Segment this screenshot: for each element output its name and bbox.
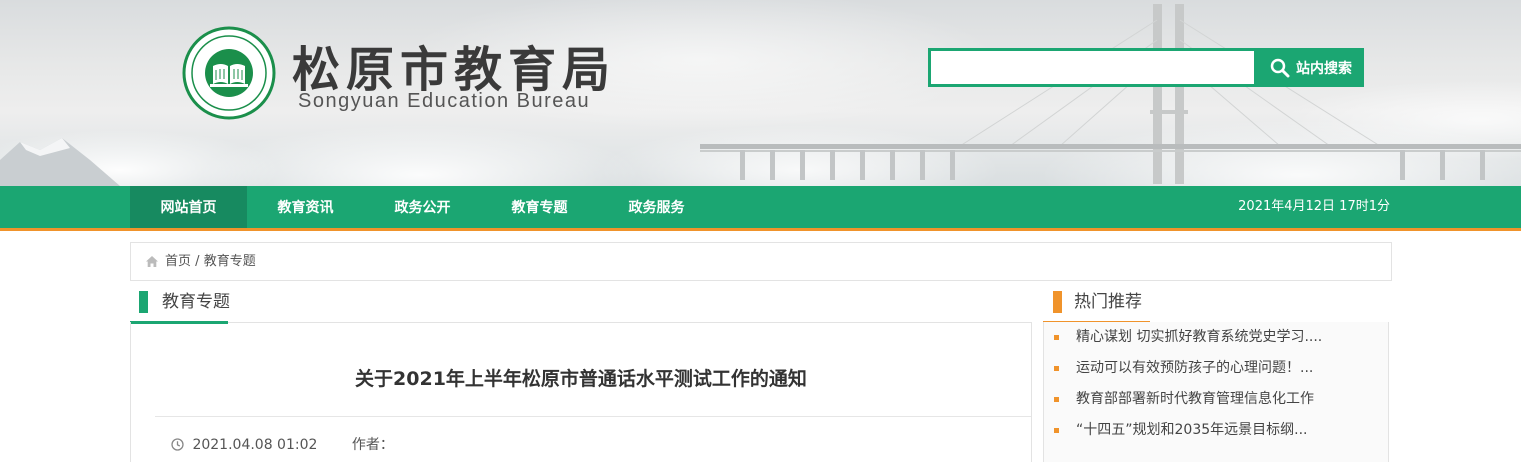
list-item[interactable]: 教育部部署新时代教育管理信息化工作	[1044, 384, 1388, 415]
site-title-en: Songyuan Education Bureau	[298, 90, 591, 112]
list-item[interactable]: “十四五”规划和2035年远景目标纲...	[1044, 415, 1388, 446]
nav-item-home[interactable]: 网站首页	[130, 186, 247, 228]
article-date: 2021.04.08 01:02	[192, 437, 318, 453]
bullet-marker	[1054, 428, 1059, 433]
nav-item-education-topics[interactable]: 教育专题	[481, 186, 598, 228]
breadcrumb: 首页 / 教育专题	[130, 242, 1392, 281]
bureau-seal-logo	[182, 26, 276, 120]
nav-item-government-services[interactable]: 政务服务	[598, 186, 715, 228]
article-title: 关于2021年上半年松原市普通话水平测试工作的通知	[355, 368, 807, 390]
search-bar: 站内搜索	[928, 48, 1364, 87]
main-nav: 网站首页 教育资讯 政务公开 教育专题 政务服务 2021年4月12日 17时1…	[0, 186, 1521, 228]
sidebar-header: 热门推荐	[1043, 290, 1389, 324]
bullet-marker	[1054, 397, 1059, 402]
article-panel: 关于2021年上半年松原市普通话水平测试工作的通知 2021.04.08 01:…	[130, 322, 1032, 462]
list-item-link[interactable]: 精心谋划 切实抓好教育系统党史学习....	[1076, 322, 1322, 353]
clock-icon	[171, 438, 184, 451]
search-button[interactable]: 站内搜索	[1258, 48, 1364, 87]
nav-item-government-affairs[interactable]: 政务公开	[364, 186, 481, 228]
article-meta: 2021.04.08 01:02 作者：	[171, 434, 394, 454]
breadcrumb-current[interactable]: 教育专题	[204, 254, 256, 269]
bullet-marker	[1054, 335, 1059, 340]
section-marker	[139, 291, 148, 313]
search-icon	[1270, 58, 1290, 77]
list-item-link[interactable]: “十四五”规划和2035年远景目标纲...	[1076, 415, 1308, 446]
list-item-link[interactable]: 运动可以有效预防孩子的心理问题！...	[1076, 353, 1313, 384]
header-banner: 松原市教育局 Songyuan Education Bureau 站内搜索	[0, 0, 1521, 186]
section-header: 教育专题	[130, 290, 1032, 324]
bullet-marker	[1054, 366, 1059, 371]
sidebar-marker	[1053, 291, 1062, 313]
breadcrumb-home[interactable]: 首页	[165, 254, 191, 269]
list-item[interactable]: 精心谋划 切实抓好教育系统党史学习....	[1044, 322, 1388, 353]
sidebar-title: 热门推荐	[1074, 292, 1142, 312]
article-divider	[155, 416, 1031, 417]
list-item[interactable]: 运动可以有效预防孩子的心理问题！...	[1044, 353, 1388, 384]
breadcrumb-separator: /	[195, 254, 200, 269]
nav-accent-line	[0, 228, 1521, 231]
search-input[interactable]	[931, 51, 1254, 84]
hot-recommendations-list: 精心谋划 切实抓好教育系统党史学习.... 运动可以有效预防孩子的心理问题！..…	[1043, 322, 1389, 462]
list-item-link[interactable]: 教育部部署新时代教育管理信息化工作	[1076, 384, 1314, 415]
article-author-label: 作者：	[351, 437, 394, 453]
home-icon	[146, 256, 158, 267]
current-date: 2021年4月12日 17时1分	[1238, 199, 1390, 214]
nav-item-education-news[interactable]: 教育资讯	[247, 186, 364, 228]
section-title: 教育专题	[162, 292, 230, 312]
search-button-label: 站内搜索	[1296, 60, 1352, 77]
